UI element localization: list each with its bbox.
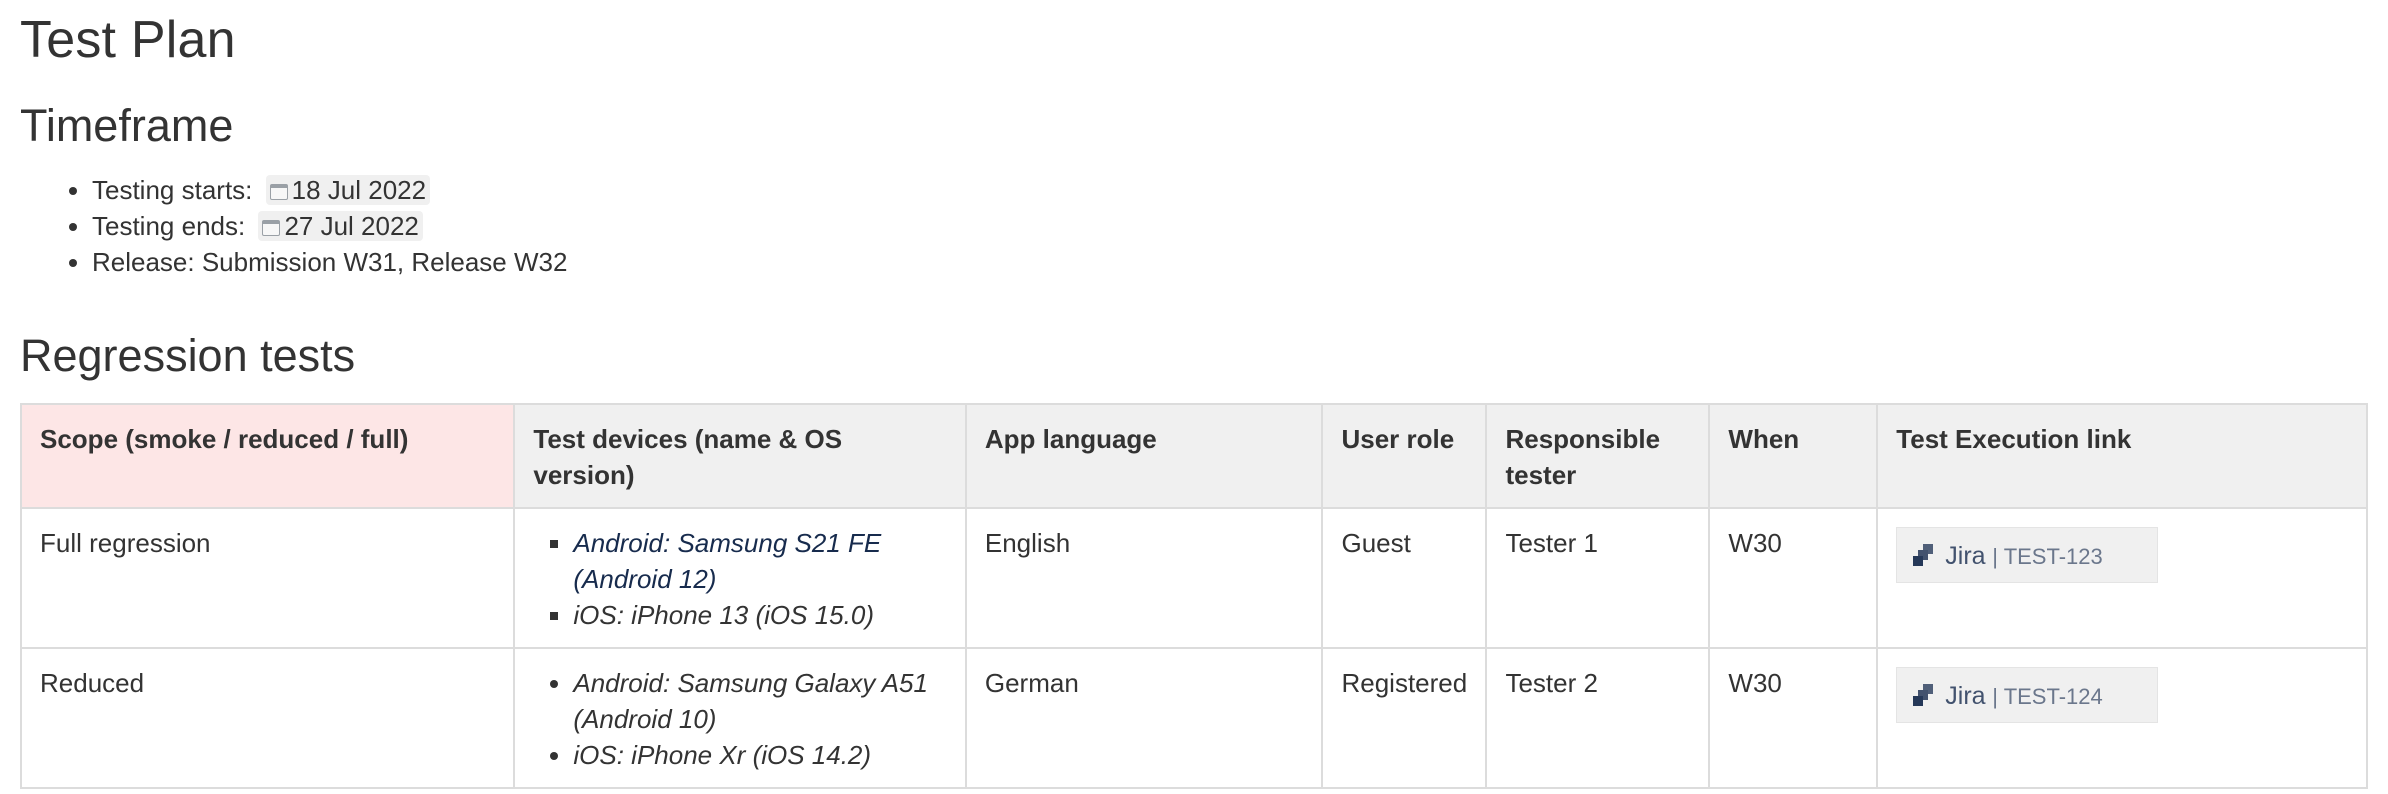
- column-header-when: When: [1708, 403, 1879, 509]
- jira-icon: [1913, 684, 1934, 706]
- timeframe-heading: Timeframe: [20, 100, 234, 151]
- regression-table: Scope (smoke / reduced / full) Test devi…: [19, 403, 2368, 789]
- role-cell: Guest: [1321, 507, 1488, 649]
- device-item: iOS: iPhone 13 (iOS 15.0): [573, 597, 947, 633]
- execution-link-cell: Jira | TEST-124: [1876, 647, 2368, 789]
- start-date: 18 Jul 2022: [291, 175, 427, 205]
- testing-ends-label: Testing ends:: [92, 211, 246, 241]
- list-item-release: Release: Submission W31, Release W32: [92, 244, 567, 280]
- jira-label: Jira: [1945, 682, 1986, 710]
- device-item: iOS: iPhone Xr (iOS 14.2): [573, 737, 947, 773]
- date-chip-end[interactable]: 27 Jul 2022: [258, 211, 423, 241]
- role-cell: Registered: [1321, 647, 1488, 789]
- jira-issue-key: | TEST-123: [1992, 544, 2103, 569]
- devices-cell: Android: Samsung S21 FE (Android 12) iOS…: [513, 507, 967, 649]
- execution-link-cell: Jira | TEST-123: [1876, 507, 2368, 649]
- jira-label: Jira: [1945, 542, 1986, 570]
- column-header-scope: Scope (smoke / reduced / full): [19, 403, 516, 509]
- timeframe-list: Testing starts: 18 Jul 2022 Testing ends…: [20, 172, 567, 280]
- device-item[interactable]: Android: Samsung S21 FE (Android 12): [573, 525, 947, 597]
- column-header-devices: Test devices (name & OS version): [513, 403, 967, 509]
- list-item-testing-ends: Testing ends: 27 Jul 2022: [92, 208, 567, 244]
- device-list: Android: Samsung Galaxy A51 (Android 10)…: [533, 665, 947, 773]
- jira-issue-key: | TEST-124: [1992, 684, 2103, 709]
- regression-heading: Regression tests: [20, 330, 356, 381]
- column-header-language: App language: [964, 403, 1324, 509]
- column-header-role: User role: [1321, 403, 1488, 509]
- scope-cell: Reduced: [19, 647, 516, 789]
- when-cell: W30: [1708, 647, 1879, 789]
- language-cell: German: [964, 647, 1324, 789]
- jira-icon: [1913, 544, 1934, 566]
- calendar-icon: [262, 220, 281, 236]
- calendar-icon: [269, 184, 288, 200]
- jira-link[interactable]: Jira | TEST-123: [1896, 527, 2159, 583]
- when-cell: W30: [1708, 507, 1879, 649]
- devices-cell: Android: Samsung Galaxy A51 (Android 10)…: [513, 647, 967, 789]
- tester-cell: Tester 1: [1485, 507, 1711, 649]
- table-header-row: Scope (smoke / reduced / full) Test devi…: [19, 403, 2368, 509]
- column-header-tester: Responsible tester: [1485, 403, 1711, 509]
- language-cell: English: [964, 507, 1324, 649]
- page: Test Plan Timeframe Testing starts: 18 J…: [0, 0, 2388, 794]
- device-item: Android: Samsung Galaxy A51 (Android 10): [573, 665, 947, 737]
- end-date: 27 Jul 2022: [284, 211, 419, 241]
- device-list: Android: Samsung S21 FE (Android 12) iOS…: [533, 525, 947, 633]
- release-text: Release: Submission W31, Release W32: [92, 247, 568, 277]
- date-chip-start[interactable]: 18 Jul 2022: [265, 175, 431, 205]
- testing-starts-label: Testing starts:: [92, 175, 253, 205]
- list-item-testing-starts: Testing starts: 18 Jul 2022: [92, 172, 567, 208]
- tester-cell: Tester 2: [1485, 647, 1711, 789]
- column-header-execution-link: Test Execution link: [1876, 403, 2368, 509]
- device-link[interactable]: Android: Samsung S21 FE (Android 12): [573, 528, 881, 594]
- page-title: Test Plan: [20, 11, 236, 69]
- jira-link[interactable]: Jira | TEST-124: [1896, 667, 2159, 723]
- scope-cell: Full regression: [19, 507, 516, 649]
- table-row: Full regression Android: Samsung S21 FE …: [19, 507, 2368, 649]
- table-row: Reduced Android: Samsung Galaxy A51 (And…: [19, 647, 2368, 789]
